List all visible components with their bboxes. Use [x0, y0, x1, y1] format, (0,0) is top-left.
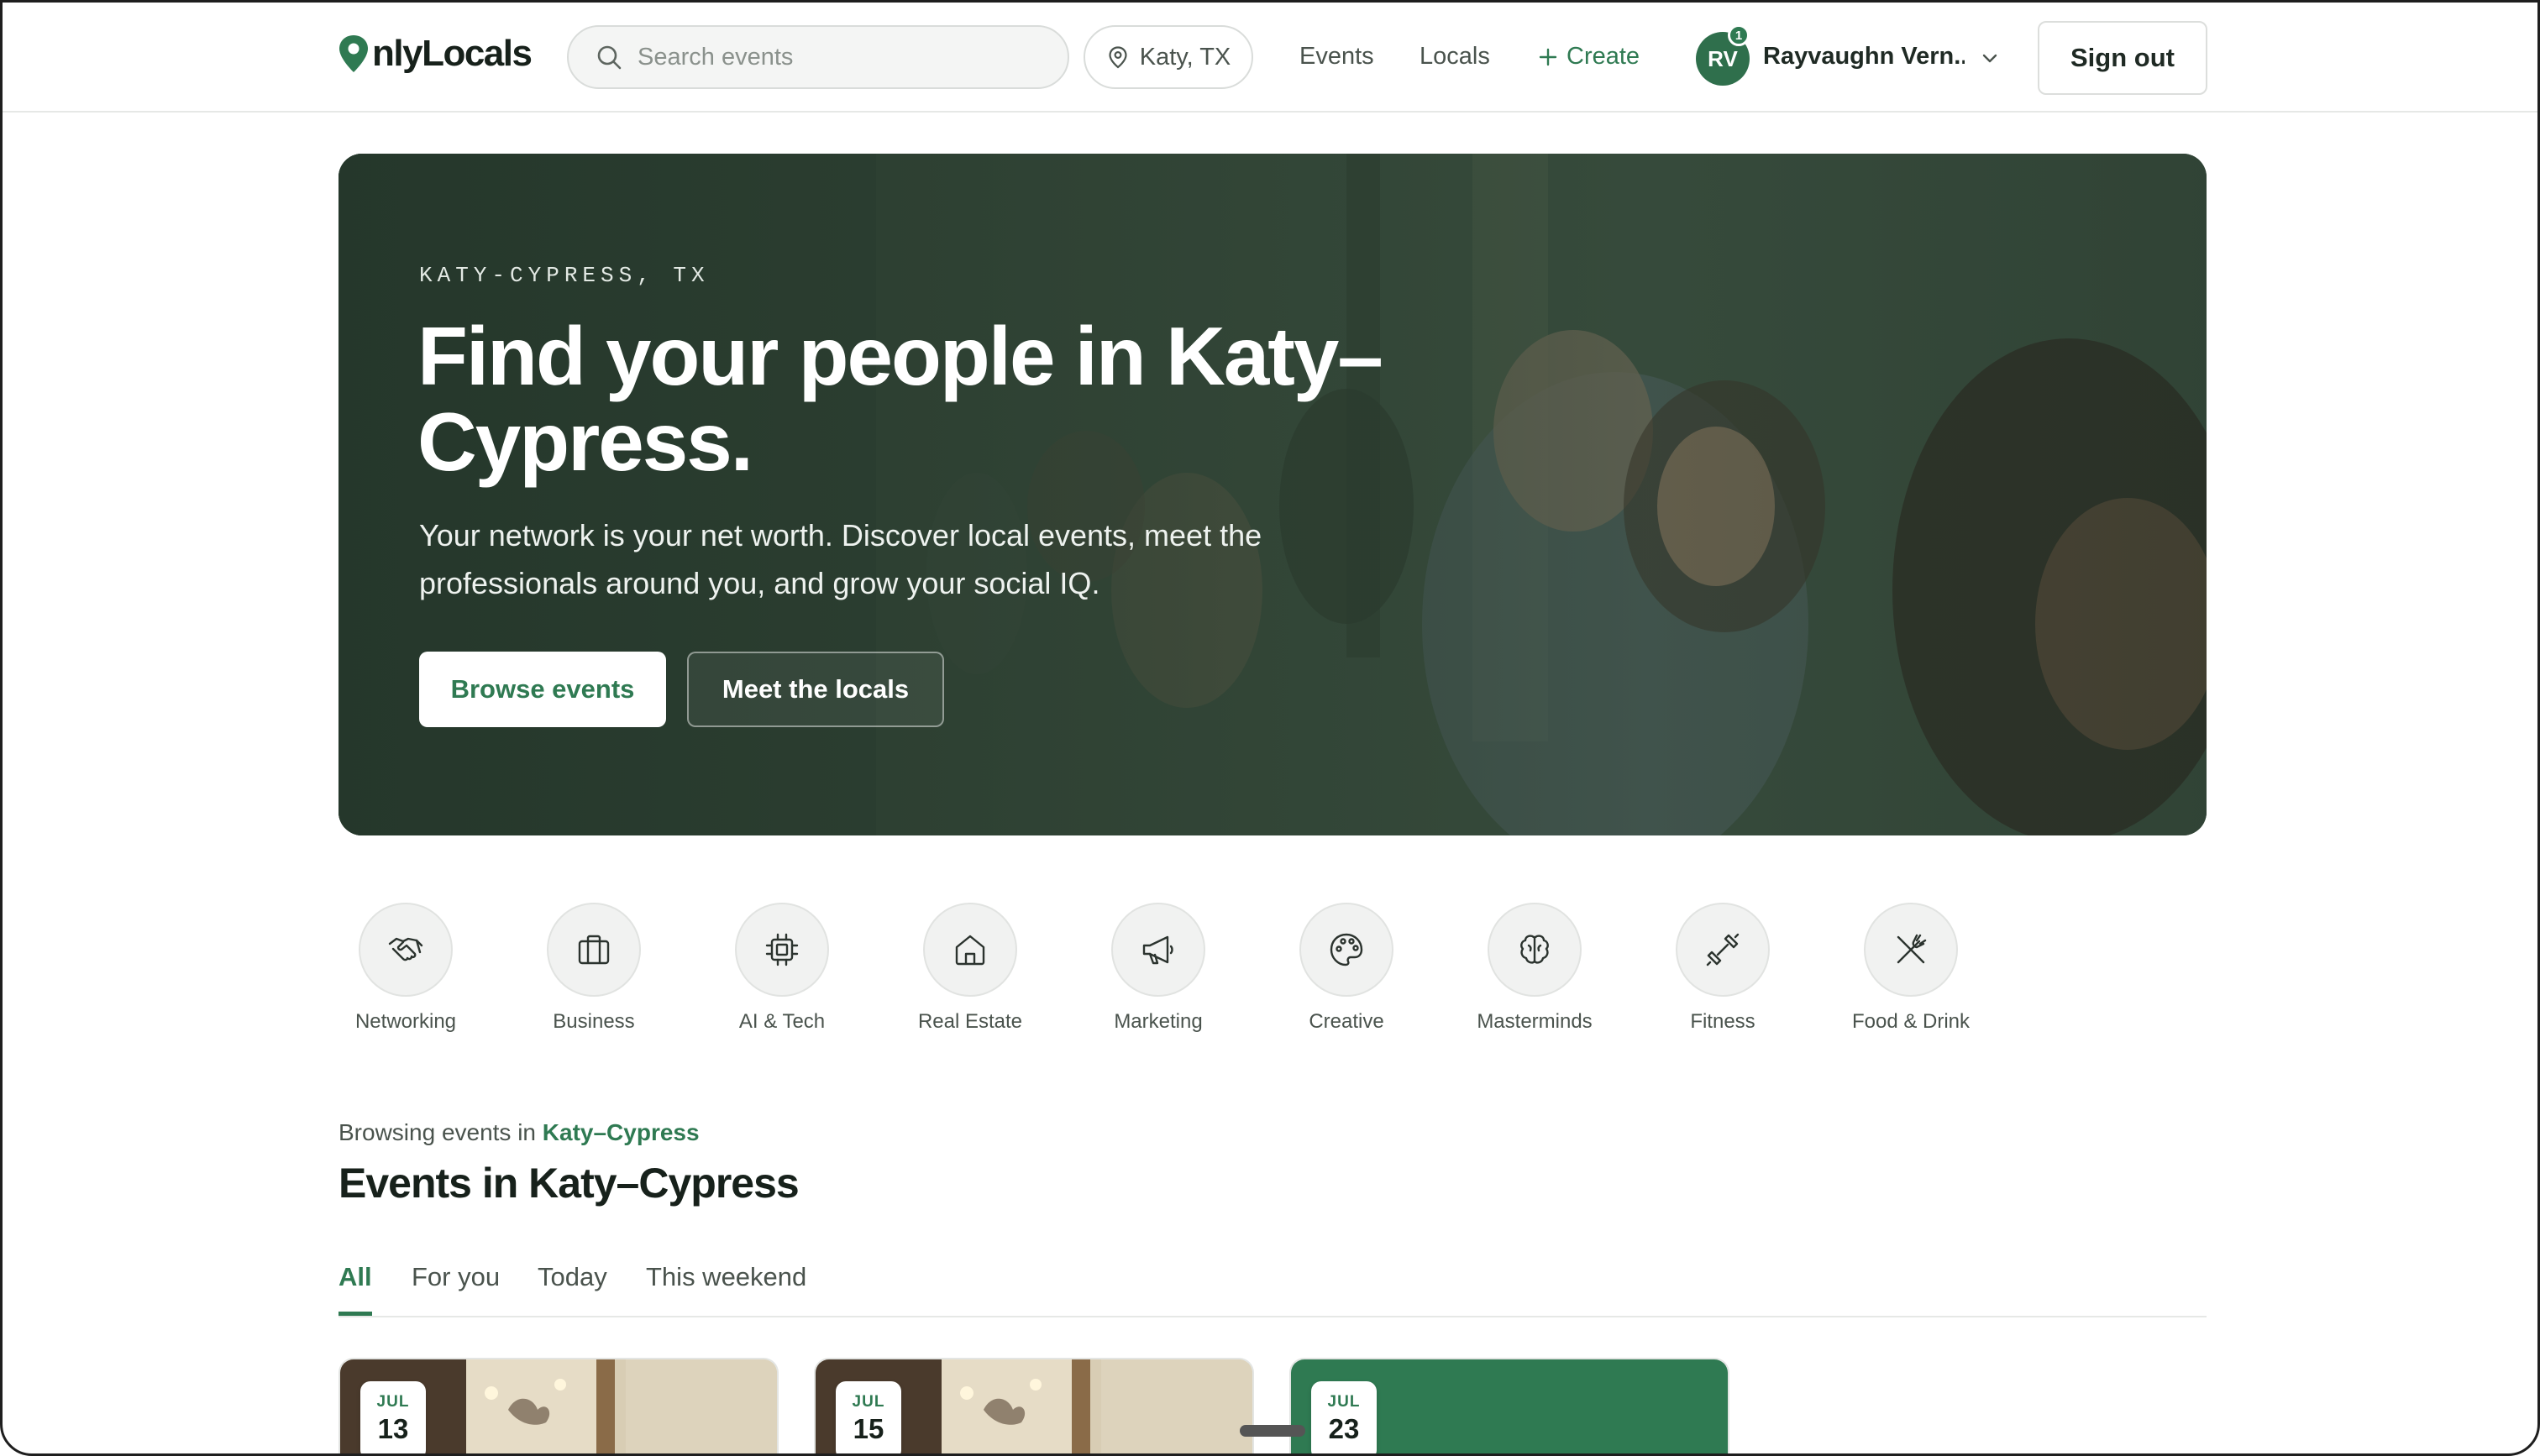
tab-today[interactable]: Today [538, 1262, 607, 1316]
logo-wordmark: nlyLocals [372, 33, 533, 74]
browsing-city-link[interactable]: Katy–Cypress [543, 1119, 700, 1145]
chevron-down-icon[interactable] [1980, 48, 2000, 68]
browse-events-button[interactable]: Browse events [419, 652, 666, 727]
category-label: Real Estate [917, 1010, 1023, 1033]
category-label: Marketing [1114, 1010, 1203, 1033]
event-day: 23 [1328, 1413, 1360, 1444]
search-icon [597, 45, 622, 70]
browsing-location-text: Browsing events in Katy–Cypress [338, 1119, 700, 1146]
category-networking[interactable]: Networking [337, 903, 475, 1034]
category-ai-tech[interactable]: AI & Tech [713, 903, 851, 1034]
search-input[interactable] [638, 43, 1041, 71]
handshake-icon [388, 937, 423, 961]
event-card[interactable]: JUL 23 [1289, 1358, 1729, 1453]
tab-all[interactable]: All [338, 1262, 372, 1316]
sign-out-button[interactable]: Sign out [2038, 21, 2207, 95]
event-date-chip: JUL 15 [836, 1381, 901, 1453]
category-label: Networking [354, 1010, 457, 1033]
user-name[interactable]: Rayvaughn Vern... [1763, 43, 1965, 71]
event-month: JUL [1327, 1393, 1361, 1411]
megaphone-icon [1142, 935, 1173, 965]
category-real-estate[interactable]: Real Estate [901, 903, 1039, 1034]
event-date-chip: JUL 23 [1311, 1381, 1377, 1453]
location-pin-icon [1109, 46, 1127, 69]
map-pin-logo-icon [339, 35, 368, 72]
hero-subtitle: Your network is your net worth. Discover… [419, 518, 1262, 600]
nav-create-link[interactable]: Create [1538, 43, 1640, 71]
event-day: 13 [377, 1413, 409, 1444]
palette-icon [1330, 933, 1363, 966]
browsing-prefix: Browsing events in [338, 1119, 537, 1145]
plus-icon [1539, 48, 1557, 65]
events-section-title: Events in Katy–Cypress [338, 1160, 800, 1207]
event-month: JUL [376, 1393, 410, 1411]
category-marketing[interactable]: Marketing [1089, 903, 1227, 1034]
location-selector[interactable]: Katy, TX [1084, 25, 1253, 89]
event-month: JUL [852, 1393, 885, 1411]
location-label: Katy, TX [1139, 43, 1231, 71]
category-label: Creative [1309, 1010, 1384, 1033]
utensils-icon [1897, 934, 1927, 964]
nav-locals-link[interactable]: Locals [1420, 43, 1490, 71]
event-date-chip: JUL 13 [360, 1381, 426, 1453]
briefcase-icon [578, 935, 610, 965]
nav-events-link[interactable]: Events [1299, 43, 1374, 71]
category-label: Fitness [1690, 1010, 1755, 1033]
category-label: Masterminds [1477, 1010, 1593, 1033]
hero-overlay [338, 154, 2207, 835]
logo[interactable]: nlyLocals [337, 33, 533, 75]
category-masterminds[interactable]: Masterminds [1466, 903, 1603, 1034]
category-creative[interactable]: Creative [1278, 903, 1415, 1034]
category-label: Food & Drink [1851, 1010, 1971, 1033]
category-food-drink[interactable]: Food & Drink [1842, 903, 1980, 1034]
house-icon [955, 935, 985, 966]
meet-the-locals-button[interactable]: Meet the locals [687, 652, 944, 727]
horizontal-scroll-handle[interactable] [1240, 1425, 1305, 1437]
top-navigation-bar: nlyLocals Katy, TX Events Locals Create [3, 3, 2537, 113]
tab-for-you[interactable]: For you [412, 1262, 500, 1316]
category-label: Business [553, 1010, 635, 1033]
nav-create-label: Create [1567, 43, 1640, 70]
event-card[interactable]: JUL 15 [814, 1358, 1254, 1453]
event-card[interactable]: JUL 13 [338, 1358, 779, 1453]
notification-badge: 1 [1728, 24, 1750, 46]
category-fitness[interactable]: Fitness [1654, 903, 1792, 1034]
event-filter-tabs: All For you Today This weekend [338, 1262, 2207, 1317]
dumbbell-icon [1706, 933, 1740, 966]
category-business[interactable]: Business [525, 903, 663, 1034]
hero-title: Find your people in Katy–Cypress. [417, 310, 1383, 488]
brain-icon [1520, 935, 1549, 964]
hero-eyebrow: KATY-CYPRESS, TX [419, 263, 710, 288]
cpu-icon [765, 933, 799, 966]
category-label: AI & Tech [738, 1010, 826, 1033]
tab-this-weekend[interactable]: This weekend [646, 1262, 806, 1316]
app-window: nlyLocals Katy, TX Events Locals Create [0, 0, 2540, 1456]
event-day: 15 [853, 1413, 884, 1444]
hero-banner: KATY-CYPRESS, TX Find your people in Kat… [338, 154, 2207, 835]
search-bar[interactable] [567, 25, 1069, 89]
